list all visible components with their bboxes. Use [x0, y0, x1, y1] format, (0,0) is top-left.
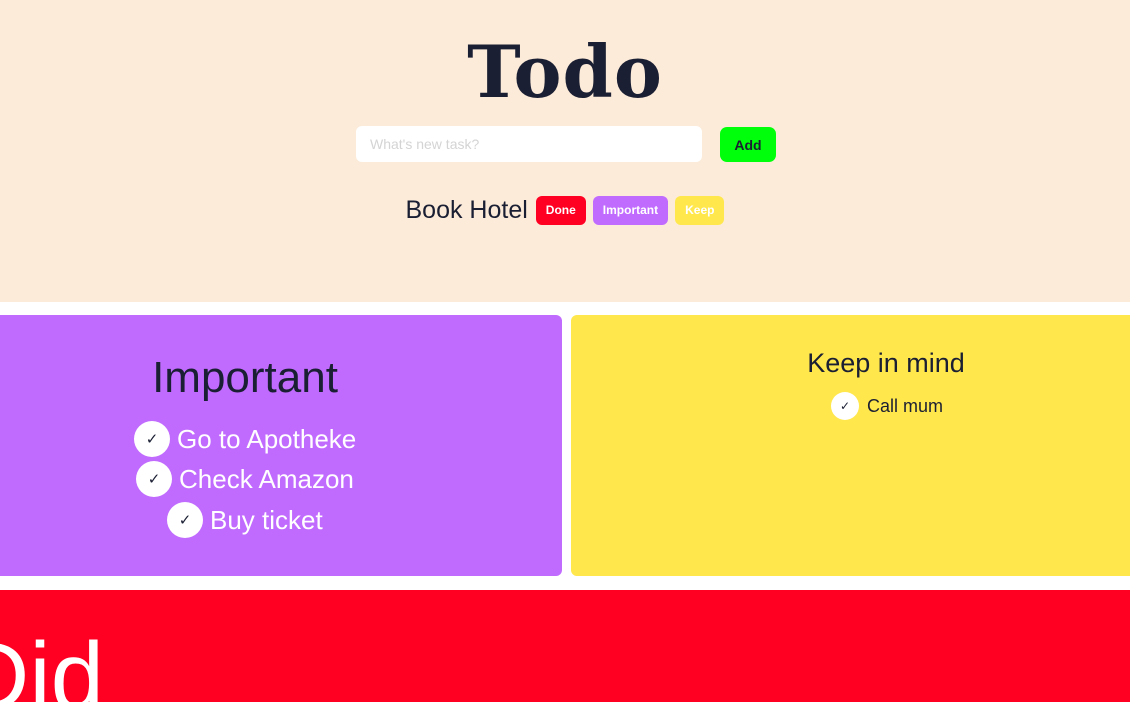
list-item-label: Go to Apotheke — [177, 423, 357, 454]
done-button[interactable]: Done — [535, 195, 586, 225]
checkmark-icon[interactable]: ✓ — [134, 421, 170, 457]
did-panel: Did — [0, 590, 1130, 702]
important-panel-title: Important — [152, 353, 338, 402]
did-panel-title: Did — [0, 623, 105, 702]
checkmark-icon[interactable]: ✓ — [167, 502, 203, 538]
checkmark-icon[interactable]: ✓ — [136, 461, 172, 497]
list-item-label: Buy ticket — [210, 504, 323, 535]
list-item: ✓ Call mum — [831, 392, 943, 420]
app-title: Todo — [467, 29, 663, 114]
keep-button[interactable]: Keep — [675, 195, 725, 225]
add-button[interactable]: Add — [720, 127, 776, 162]
checkmark-icon[interactable]: ✓ — [831, 392, 859, 420]
pending-task-label: Book Hotel — [405, 195, 528, 224]
list-item-label: Call mum — [867, 395, 944, 416]
list-item: ✓ Buy ticket — [167, 502, 323, 538]
important-button[interactable]: Important — [592, 195, 669, 225]
new-task-input[interactable] — [356, 126, 702, 162]
list-item: ✓ Check Amazon — [136, 461, 354, 497]
list-item-label: Check Amazon — [179, 463, 354, 494]
pending-task-row: Book Hotel Done Important Keep — [0, 195, 1130, 225]
list-item: ✓ Go to Apotheke — [134, 421, 356, 457]
keep-panel-title: Keep in mind — [807, 348, 965, 378]
